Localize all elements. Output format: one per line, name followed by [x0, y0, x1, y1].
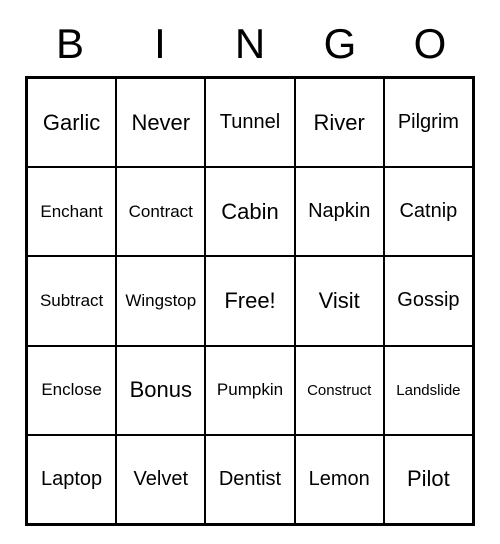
bingo-cell[interactable]: Construct — [295, 346, 384, 435]
bingo-grid: Garlic Never Tunnel River Pilgrim Enchan… — [25, 76, 475, 526]
bingo-header: B I N G O — [25, 20, 475, 68]
bingo-cell[interactable]: Subtract — [27, 256, 116, 345]
bingo-cell[interactable]: Contract — [116, 167, 205, 256]
bingo-cell[interactable]: Pilgrim — [384, 78, 473, 167]
bingo-cell[interactable]: Pilot — [384, 435, 473, 524]
bingo-cell[interactable]: Cabin — [205, 167, 294, 256]
bingo-cell-free[interactable]: Free! — [205, 256, 294, 345]
bingo-cell[interactable]: Napkin — [295, 167, 384, 256]
header-letter-n: N — [205, 20, 295, 68]
bingo-cell[interactable]: Laptop — [27, 435, 116, 524]
bingo-cell[interactable]: Gossip — [384, 256, 473, 345]
bingo-cell[interactable]: Lemon — [295, 435, 384, 524]
header-letter-o: O — [385, 20, 475, 68]
bingo-cell[interactable]: Velvet — [116, 435, 205, 524]
bingo-cell[interactable]: Visit — [295, 256, 384, 345]
bingo-cell[interactable]: River — [295, 78, 384, 167]
bingo-cell[interactable]: Bonus — [116, 346, 205, 435]
header-letter-b: B — [25, 20, 115, 68]
bingo-cell[interactable]: Enchant — [27, 167, 116, 256]
header-letter-g: G — [295, 20, 385, 68]
bingo-cell[interactable]: Tunnel — [205, 78, 294, 167]
bingo-cell[interactable]: Landslide — [384, 346, 473, 435]
bingo-cell[interactable]: Pumpkin — [205, 346, 294, 435]
bingo-cell[interactable]: Enclose — [27, 346, 116, 435]
bingo-cell[interactable]: Dentist — [205, 435, 294, 524]
bingo-cell[interactable]: Garlic — [27, 78, 116, 167]
header-letter-i: I — [115, 20, 205, 68]
bingo-cell[interactable]: Never — [116, 78, 205, 167]
bingo-cell[interactable]: Wingstop — [116, 256, 205, 345]
bingo-cell[interactable]: Catnip — [384, 167, 473, 256]
